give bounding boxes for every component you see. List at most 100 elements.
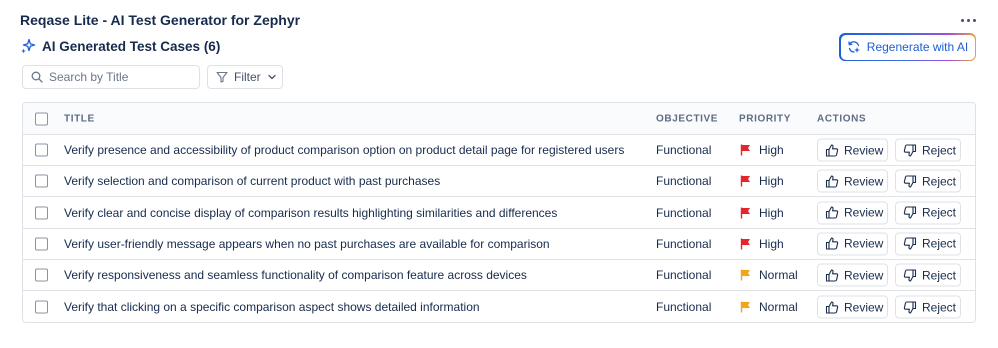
search-input[interactable] bbox=[49, 70, 189, 84]
column-header-priority: PRIORITY bbox=[739, 113, 792, 124]
regenerate-label: Regenerate with AI bbox=[866, 40, 969, 54]
review-label: Review bbox=[844, 268, 884, 283]
review-label: Review bbox=[844, 236, 884, 251]
row-objective: Functional bbox=[656, 205, 712, 220]
reject-label: Reject bbox=[922, 268, 957, 283]
row-title[interactable]: Verify selection and comparison of curre… bbox=[64, 174, 440, 188]
table-row: Verify that clicking on a specific compa… bbox=[23, 292, 975, 323]
thumbs-up-icon bbox=[825, 206, 839, 220]
flag-red-icon bbox=[740, 238, 751, 250]
row-objective: Functional bbox=[656, 236, 712, 251]
row-checkbox[interactable] bbox=[35, 300, 48, 314]
row-priority: High bbox=[740, 143, 784, 157]
row-priority: High bbox=[740, 206, 784, 220]
priority-label: High bbox=[759, 174, 784, 189]
review-label: Review bbox=[844, 300, 884, 314]
thumbs-down-icon bbox=[903, 268, 917, 282]
reject-button[interactable]: Reject bbox=[895, 263, 961, 287]
row-priority: High bbox=[740, 174, 784, 188]
row-priority: High bbox=[740, 237, 784, 251]
row-checkbox[interactable] bbox=[35, 143, 48, 157]
column-header-title: TITLE bbox=[64, 113, 95, 124]
review-button[interactable]: Review bbox=[817, 169, 888, 193]
row-checkbox[interactable] bbox=[35, 237, 48, 251]
more-dot bbox=[972, 18, 976, 22]
row-title[interactable]: Verify clear and concise display of comp… bbox=[64, 206, 557, 220]
thumbs-up-icon bbox=[825, 268, 839, 282]
flag-red-icon bbox=[740, 175, 751, 187]
app-title: Reqase Lite - AI Test Generator for Zeph… bbox=[20, 12, 301, 28]
search-icon bbox=[31, 71, 43, 83]
ai-sparkle-icon bbox=[21, 38, 36, 54]
thumbs-up-icon bbox=[825, 174, 839, 188]
row-objective: Functional bbox=[656, 300, 712, 314]
reject-button[interactable]: Reject bbox=[895, 232, 961, 256]
review-button[interactable]: Review bbox=[817, 201, 888, 225]
flag-yellow-icon bbox=[740, 301, 751, 313]
more-dot bbox=[960, 18, 964, 22]
reject-button[interactable]: Reject bbox=[895, 138, 961, 162]
reject-label: Reject bbox=[922, 174, 957, 189]
table-row: Verify clear and concise display of comp… bbox=[23, 198, 975, 229]
column-header-actions: ACTIONS bbox=[817, 113, 867, 124]
table-row: Verify presence and accessibility of pro… bbox=[23, 135, 975, 166]
test-cases-table: TITLE OBJECTIVE PRIORITY ACTIONS Verify … bbox=[22, 102, 976, 323]
review-button[interactable]: Review bbox=[817, 138, 888, 162]
reject-button[interactable]: Reject bbox=[895, 169, 961, 193]
priority-label: High bbox=[759, 143, 784, 157]
review-button[interactable]: Review bbox=[817, 295, 888, 319]
row-objective: Functional bbox=[656, 143, 712, 157]
priority-label: High bbox=[759, 236, 784, 251]
section-header: AI Generated Test Cases (6) bbox=[20, 38, 220, 54]
filter-label: Filter bbox=[234, 70, 261, 84]
row-title[interactable]: Verify that clicking on a specific compa… bbox=[64, 300, 480, 314]
thumbs-up-icon bbox=[825, 143, 839, 157]
reject-label: Reject bbox=[922, 300, 957, 314]
priority-label: Normal bbox=[759, 268, 798, 283]
table-row: Verify selection and comparison of curre… bbox=[23, 166, 975, 198]
reject-label: Reject bbox=[922, 205, 957, 220]
row-objective: Functional bbox=[656, 174, 712, 189]
thumbs-down-icon bbox=[903, 206, 917, 220]
review-button[interactable]: Review bbox=[817, 232, 888, 256]
filter-icon bbox=[216, 71, 228, 83]
reject-button[interactable]: Reject bbox=[895, 201, 961, 225]
review-label: Review bbox=[844, 205, 884, 220]
thumbs-up-icon bbox=[825, 300, 839, 314]
select-all-checkbox[interactable] bbox=[35, 112, 48, 125]
flag-red-icon bbox=[740, 144, 751, 156]
review-label: Review bbox=[844, 174, 884, 189]
flag-red-icon bbox=[740, 207, 751, 219]
priority-label: Normal bbox=[759, 300, 798, 314]
row-checkbox[interactable] bbox=[35, 206, 48, 220]
thumbs-down-icon bbox=[903, 174, 917, 188]
chevron-down-icon bbox=[268, 74, 276, 80]
row-checkbox[interactable] bbox=[35, 268, 48, 282]
column-header-objective: OBJECTIVE bbox=[656, 113, 719, 124]
reject-button[interactable]: Reject bbox=[895, 295, 961, 319]
thumbs-down-icon bbox=[903, 237, 917, 251]
row-priority: Normal bbox=[740, 268, 798, 282]
table-row: Verify user-friendly message appears whe… bbox=[23, 229, 975, 260]
thumbs-up-icon bbox=[825, 237, 839, 251]
more-dot bbox=[966, 18, 970, 22]
table-header-row: TITLE OBJECTIVE PRIORITY ACTIONS bbox=[23, 103, 975, 135]
reject-label: Reject bbox=[922, 143, 957, 157]
row-checkbox[interactable] bbox=[35, 174, 48, 188]
row-title[interactable]: Verify presence and accessibility of pro… bbox=[64, 143, 624, 157]
review-label: Review bbox=[844, 143, 884, 157]
regenerate-ai-icon bbox=[848, 41, 860, 53]
search-box[interactable] bbox=[22, 65, 200, 89]
flag-yellow-icon bbox=[740, 269, 751, 281]
regenerate-with-ai-button[interactable]: Regenerate with AI bbox=[839, 33, 976, 61]
filter-button[interactable]: Filter bbox=[207, 65, 283, 89]
row-title[interactable]: Verify responsiveness and seamless funct… bbox=[64, 268, 527, 282]
row-priority: Normal bbox=[740, 300, 798, 314]
row-title[interactable]: Verify user-friendly message appears whe… bbox=[64, 237, 550, 251]
reject-label: Reject bbox=[922, 236, 957, 251]
section-title: AI Generated Test Cases (6) bbox=[42, 38, 221, 54]
more-options-button[interactable] bbox=[958, 10, 978, 30]
thumbs-down-icon bbox=[903, 143, 917, 157]
review-button[interactable]: Review bbox=[817, 263, 888, 287]
thumbs-down-icon bbox=[903, 300, 917, 314]
